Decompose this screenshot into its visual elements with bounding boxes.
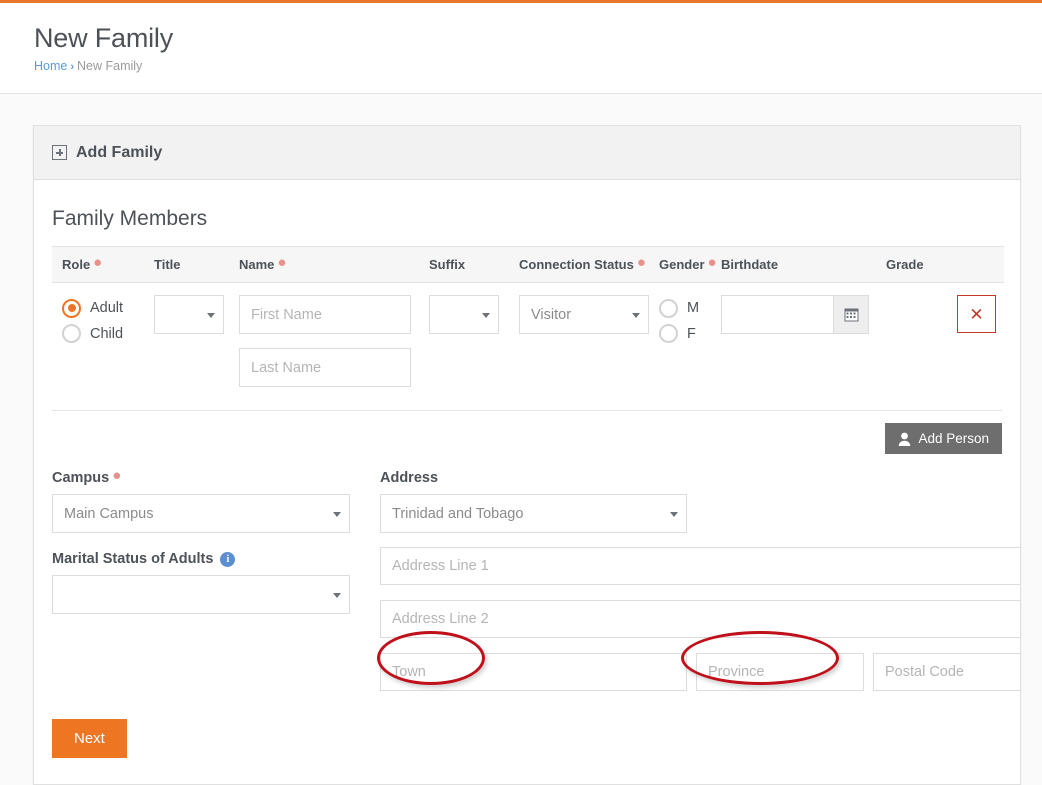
radio-adult-icon[interactable] <box>62 299 81 318</box>
cell-birthdate <box>721 283 886 402</box>
add-person-row: Add Person <box>52 411 1002 454</box>
radio-male-label: M <box>687 300 699 316</box>
country-select[interactable]: Trinidad and Tobago <box>380 494 687 533</box>
radio-child-label: Child <box>90 326 123 342</box>
family-details-form: Campus● Main Campus Marital Status of Ad… <box>52 454 1002 691</box>
cell-name <box>239 283 429 402</box>
cell-gender: M F <box>659 283 721 402</box>
column-header-grade: Grade <box>886 247 1004 283</box>
calendar-icon <box>844 307 859 322</box>
radio-female-label: F <box>687 326 696 342</box>
postal-code-input[interactable] <box>873 653 1021 691</box>
panel-body: Family Members Role● Title Name● Suffix … <box>34 180 1020 784</box>
cell-role: Adult Child <box>52 283 154 402</box>
column-header-connection-status: Connection Status● <box>519 247 659 283</box>
marital-status-label: Marital Status of Adults i <box>52 551 350 567</box>
panel-header-title: Add Family <box>76 144 162 162</box>
cell-grade: ✕ <box>886 283 1004 402</box>
family-members-table: Role● Title Name● Suffix Connection Stat… <box>52 246 1004 401</box>
radio-male-icon[interactable] <box>659 299 678 318</box>
address-column: Address Trinidad and Tobago <box>380 470 1021 691</box>
connection-status-select[interactable]: Visitor <box>519 295 649 334</box>
radio-female-icon[interactable] <box>659 324 678 343</box>
required-marker: ● <box>637 254 646 271</box>
breadcrumb-separator-icon: › <box>70 61 74 73</box>
remove-person-button[interactable]: ✕ <box>957 295 996 333</box>
column-header-title: Title <box>154 247 239 283</box>
radio-option-adult[interactable]: Adult <box>62 295 154 321</box>
radio-option-child[interactable]: Child <box>62 321 154 346</box>
add-person-button[interactable]: Add Person <box>885 423 1002 454</box>
cell-title <box>154 283 239 402</box>
first-name-input[interactable] <box>239 295 411 334</box>
column-header-suffix: Suffix <box>429 247 519 283</box>
birthdate-input[interactable] <box>721 295 833 334</box>
address-label: Address <box>380 470 1021 486</box>
marital-status-select[interactable] <box>52 575 350 614</box>
column-header-role: Role● <box>52 247 154 283</box>
column-header-birthdate: Birthdate <box>721 247 886 283</box>
breadcrumb-current: New Family <box>77 59 142 73</box>
radio-option-female[interactable]: F <box>659 321 721 346</box>
radio-child-icon[interactable] <box>62 324 81 343</box>
column-header-name: Name● <box>239 247 429 283</box>
cell-connection-status: Visitor <box>519 283 659 402</box>
cell-suffix <box>429 283 519 402</box>
campus-column: Campus● Main Campus Marital Status of Ad… <box>52 470 350 691</box>
person-icon <box>898 432 911 446</box>
address-line-1-input[interactable] <box>380 547 1021 585</box>
page-header: New Family Home›New Family <box>0 3 1042 94</box>
province-input[interactable] <box>696 653 864 691</box>
campus-label: Campus● <box>52 470 350 486</box>
town-input[interactable] <box>380 653 687 691</box>
section-title-family-members: Family Members <box>52 207 1002 231</box>
required-marker: ● <box>708 254 717 271</box>
next-button[interactable]: Next <box>52 719 127 758</box>
radio-adult-label: Adult <box>90 300 123 316</box>
column-header-gender: Gender● <box>659 247 721 283</box>
breadcrumb: Home›New Family <box>34 58 1042 75</box>
calendar-picker-button[interactable] <box>833 295 869 334</box>
add-family-panel: Add Family Family Members Role● Title Na… <box>33 125 1021 785</box>
add-person-label: Add Person <box>918 431 989 446</box>
plus-box-icon <box>52 145 67 160</box>
breadcrumb-home-link[interactable]: Home <box>34 59 67 73</box>
table-header-row: Role● Title Name● Suffix Connection Stat… <box>52 247 1004 283</box>
panel-header[interactable]: Add Family <box>34 126 1020 180</box>
campus-select[interactable]: Main Campus <box>52 494 350 533</box>
info-icon[interactable]: i <box>220 552 235 567</box>
suffix-select[interactable] <box>429 295 499 334</box>
table-row: Adult Child <box>52 283 1004 402</box>
title-select[interactable] <box>154 295 224 334</box>
address-locality-row <box>380 653 1021 691</box>
address-line-2-input[interactable] <box>380 600 1021 638</box>
birthdate-group <box>721 295 869 334</box>
page-title: New Family <box>34 21 1042 55</box>
required-marker: ● <box>93 254 102 271</box>
next-button-row: Next <box>52 691 1002 758</box>
required-marker: ● <box>277 254 286 271</box>
last-name-input[interactable] <box>239 348 411 387</box>
radio-option-male[interactable]: M <box>659 295 721 321</box>
